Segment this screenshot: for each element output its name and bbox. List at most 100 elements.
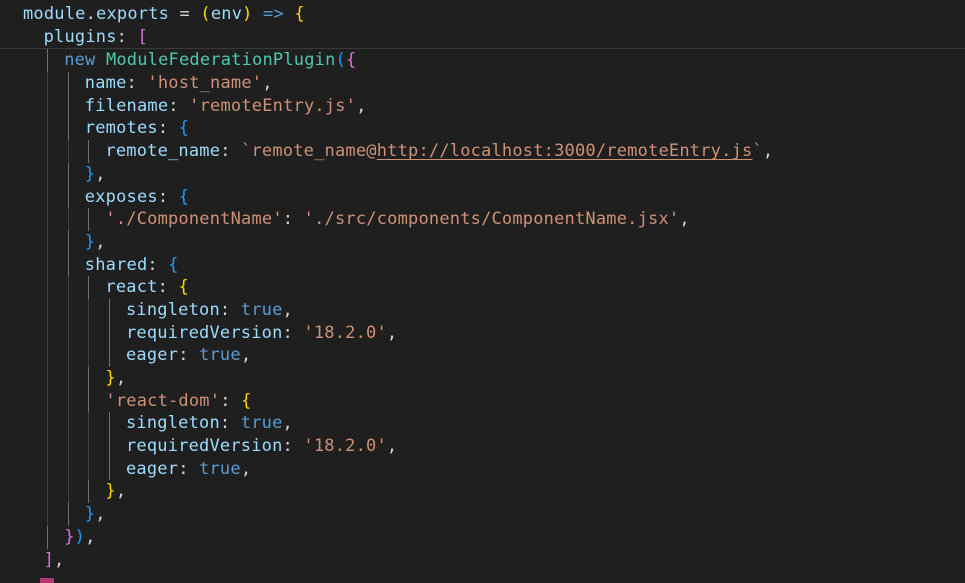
indent-guide: [47, 230, 48, 254]
indent-guide: [47, 457, 48, 481]
code-text: module.exports = (env) => {: [23, 3, 305, 26]
code-token: :: [126, 73, 148, 94]
code-token: :: [157, 186, 179, 207]
code-token: }: [105, 368, 116, 388]
code-token: ,: [386, 436, 398, 457]
indent-guide: [108, 435, 110, 458]
indent-guide: [67, 72, 69, 95]
code-token: exports: [96, 4, 170, 24]
code-token: }: [84, 504, 96, 525]
indent-guide: [47, 321, 48, 345]
code-line[interactable]: remotes: {: [0, 117, 965, 141]
code-line[interactable]: },: [0, 230, 965, 254]
indent-guide: [47, 49, 48, 73]
code-line[interactable]: eager: true,: [0, 344, 965, 367]
indent-guide: [47, 162, 48, 186]
code-line[interactable]: name: 'host_name',: [0, 72, 965, 95]
code-editor[interactable]: module.exports = (env) => {plugins: [new…: [0, 0, 965, 583]
code-token: :: [116, 26, 138, 47]
code-line[interactable]: remote_name: `remote_name@http://localho…: [0, 140, 965, 163]
code-token[interactable]: http://localhost:3000/remoteEntry.js: [377, 141, 753, 161]
code-token: =: [169, 4, 201, 24]
code-line[interactable]: },: [0, 162, 965, 186]
code-text: },: [105, 480, 126, 503]
indent-guide: [47, 503, 48, 526]
code-line[interactable]: plugins: [: [0, 26, 965, 50]
code-token: remote_name: [105, 141, 221, 162]
code-line[interactable]: './ComponentName': './src/components/Com…: [0, 208, 965, 231]
code-token: plugins: [43, 26, 117, 47]
code-token: {: [178, 186, 190, 207]
code-line[interactable]: singleton: true,: [0, 298, 965, 322]
code-token: name: [84, 73, 127, 94]
code-token: :: [157, 277, 179, 298]
code-token: }: [84, 231, 96, 252]
code-token: :: [147, 254, 169, 275]
code-token: ,: [95, 504, 106, 525]
code-line[interactable]: exposes: {: [0, 185, 965, 209]
code-token: :: [220, 141, 242, 162]
code-line[interactable]: },: [0, 367, 965, 390]
code-line[interactable]: }),: [0, 525, 965, 549]
indent-guide: [88, 208, 90, 231]
code-line[interactable]: ],: [0, 549, 965, 572]
indent-guide: [67, 185, 69, 209]
indent-guide: [67, 344, 69, 367]
code-token: singleton: [126, 413, 220, 434]
code-token: `: [752, 141, 763, 162]
code-text: './ComponentName': './src/components/Com…: [105, 208, 689, 231]
code-text: eager: true,: [126, 458, 251, 481]
code-line[interactable]: eager: true,: [0, 457, 965, 481]
code-token: react: [105, 277, 158, 298]
indent-guide: [67, 503, 69, 526]
code-line[interactable]: shared: {: [0, 253, 965, 277]
code-token: :: [220, 390, 242, 411]
code-token: }: [105, 481, 116, 502]
code-token: `remote_name@: [241, 141, 377, 162]
indent-guide: [67, 412, 69, 436]
code-line[interactable]: requiredVersion: '18.2.0',: [0, 435, 965, 458]
indent-guide: [108, 344, 110, 367]
code-text: filename: 'remoteEntry.js',: [85, 95, 367, 118]
code-line[interactable]: 'react-dom': {: [0, 389, 965, 413]
code-area[interactable]: module.exports = (env) => {plugins: [new…: [0, 3, 965, 571]
code-token: ,: [240, 458, 252, 479]
indent-guide: [67, 94, 69, 118]
code-token: (: [335, 50, 346, 71]
code-text: },: [105, 367, 126, 390]
code-token: 'remoteEntry.js': [189, 95, 357, 116]
code-token: ,: [679, 209, 690, 230]
code-token: ,: [115, 481, 127, 502]
code-token: (: [200, 4, 211, 24]
code-line[interactable]: },: [0, 480, 965, 504]
code-token: true: [199, 345, 241, 366]
code-token: env: [210, 4, 243, 24]
code-line[interactable]: react: {: [0, 276, 965, 299]
code-line[interactable]: module.exports = (env) => {: [0, 3, 965, 26]
code-token: ,: [386, 322, 398, 343]
indent-guide: [67, 435, 69, 458]
code-token: :: [178, 345, 200, 366]
code-token: 'react-dom': [105, 390, 221, 411]
code-text: name: 'host_name',: [85, 72, 273, 95]
code-token: true: [199, 458, 241, 479]
code-token: :: [282, 436, 304, 457]
code-line[interactable]: },: [0, 503, 965, 526]
code-token: :: [168, 95, 190, 116]
code-line[interactable]: requiredVersion: '18.2.0',: [0, 321, 965, 345]
code-token: {: [345, 50, 357, 71]
code-token: remotes: [84, 118, 158, 139]
indent-guide: [108, 298, 110, 322]
code-token: :: [219, 299, 241, 320]
code-token: '18.2.0': [303, 436, 387, 457]
indent-guide: [88, 298, 90, 322]
code-line[interactable]: filename: 'remoteEntry.js',: [0, 94, 965, 118]
indent-guide: [47, 140, 48, 163]
code-token: :: [282, 322, 304, 343]
indent-guide: [88, 321, 90, 345]
indent-guide: [88, 276, 90, 299]
code-line[interactable]: new ModuleFederationPlugin({: [0, 49, 965, 73]
code-text: plugins: [: [44, 26, 148, 49]
code-line[interactable]: singleton: true,: [0, 412, 965, 436]
indent-guide: [47, 412, 48, 436]
